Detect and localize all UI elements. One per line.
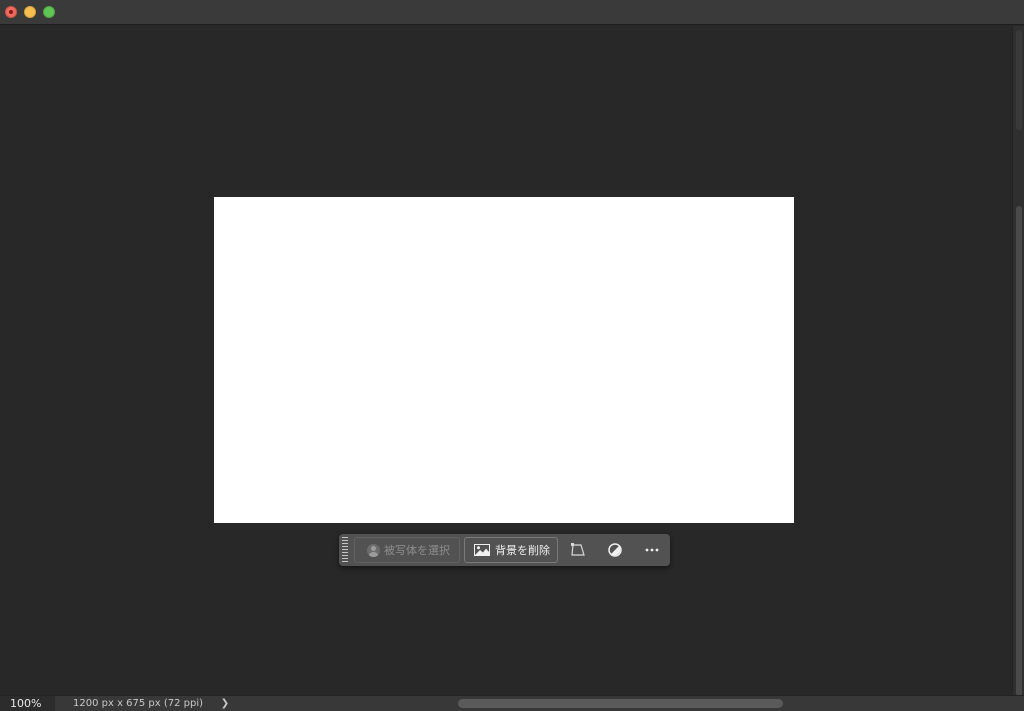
- horizontal-scrollbar-thumb[interactable]: [458, 699, 783, 708]
- zoom-window-button[interactable]: [43, 6, 55, 18]
- status-menu-arrow[interactable]: ❯: [218, 696, 232, 711]
- zoom-level-field[interactable]: 100%: [0, 696, 55, 711]
- close-window-button[interactable]: [5, 6, 17, 18]
- drag-handle[interactable]: [342, 537, 348, 563]
- adjustment-circle-icon[interactable]: [607, 542, 623, 558]
- select-subject-label: 被写体を選択: [384, 544, 450, 557]
- remove-background-button[interactable]: 背景を削除: [464, 537, 558, 563]
- free-transform-icon[interactable]: [570, 542, 586, 558]
- person-icon: [367, 543, 380, 557]
- image-icon: [474, 544, 490, 556]
- document-info: 1200 px x 675 px (72 ppi): [73, 698, 204, 709]
- photoshop-window: 被写体を選択 背景を削除 100% 1200 px x 675 px (72 p: [0, 0, 1024, 711]
- title-bar: [0, 0, 1024, 25]
- vertical-scrollbar-track-segment: [1016, 30, 1022, 130]
- remove-background-label: 背景を削除: [495, 544, 550, 557]
- contextual-task-bar: 被写体を選択 背景を削除: [339, 534, 670, 566]
- ellipsis-icon[interactable]: [644, 542, 660, 558]
- document-canvas[interactable]: [214, 197, 794, 523]
- vertical-scrollbar-thumb[interactable]: [1016, 206, 1022, 696]
- select-subject-button[interactable]: 被写体を選択: [354, 537, 460, 563]
- minimize-window-button[interactable]: [24, 6, 36, 18]
- status-bar: 100% 1200 px x 675 px (72 ppi) ❯: [0, 695, 1024, 711]
- vertical-scrollbar[interactable]: [1012, 26, 1024, 696]
- canvas-workspace[interactable]: [0, 26, 1012, 695]
